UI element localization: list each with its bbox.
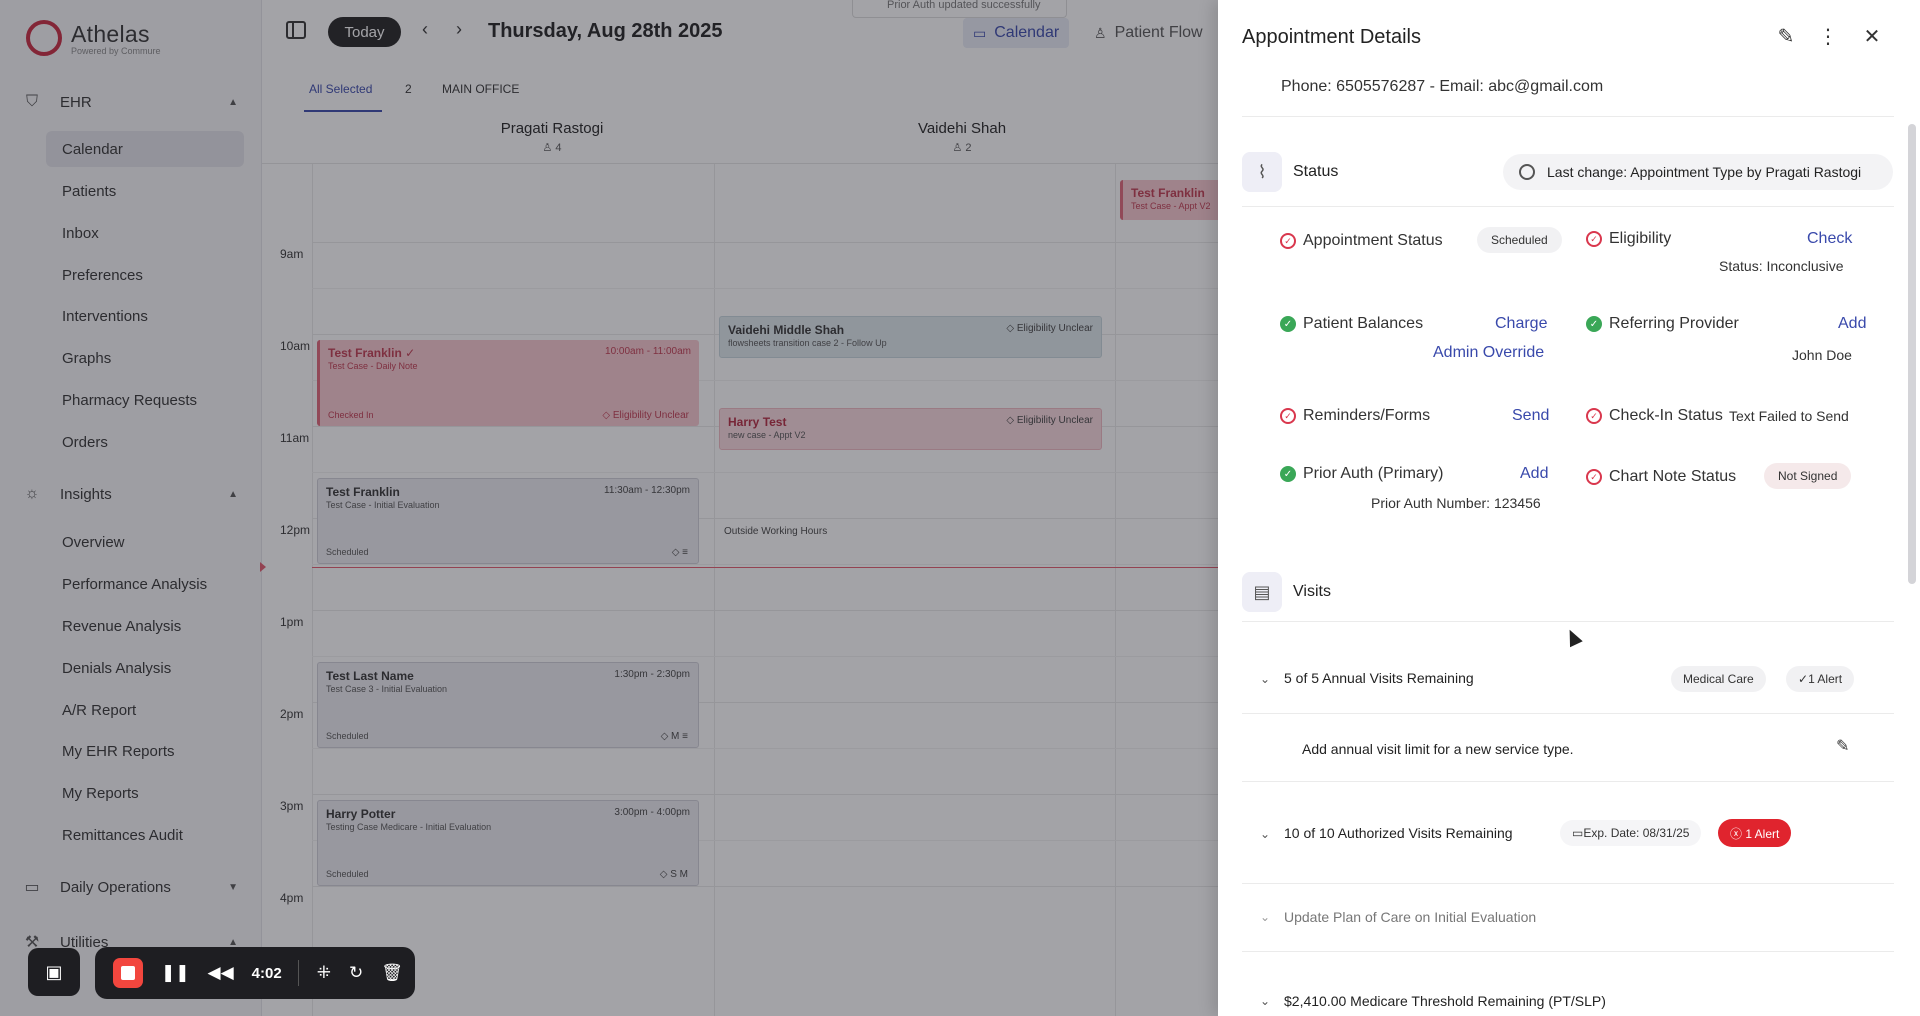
check-eligibility-link[interactable]: Check bbox=[1807, 230, 1852, 248]
trash-icon[interactable]: 🗑 bbox=[381, 963, 403, 983]
patient-balances-row: ✓ Patient Balances bbox=[1280, 315, 1423, 333]
notes-icon: ▤ bbox=[1242, 572, 1282, 612]
error-circle-icon: ✓ bbox=[1586, 231, 1602, 247]
restart-icon[interactable]: ↻ bbox=[349, 963, 363, 983]
error-circle-icon: ✓ bbox=[1586, 469, 1602, 485]
camera-button[interactable]: ▣ bbox=[28, 948, 80, 996]
rewind-icon[interactable]: ◀◀ bbox=[208, 963, 234, 983]
referring-provider-name: John Doe bbox=[1792, 347, 1852, 363]
appointment-status-pill[interactable]: Scheduled bbox=[1477, 227, 1562, 253]
screen-recorder-toolbar: ❚❚ ◀◀ 4:02 ⁜ ↻ 🗑 bbox=[95, 947, 415, 999]
last-change-badge: Last change: Appointment Type by Pragati… bbox=[1503, 154, 1893, 190]
pause-icon[interactable]: ❚❚ bbox=[161, 963, 190, 983]
stop-recording-button[interactable] bbox=[113, 958, 143, 988]
visit-row-medicare-threshold[interactable]: ⌄ $2,410.00 Medicare Threshold Remaining… bbox=[1242, 952, 1894, 1016]
trend-icon: ⌇ bbox=[1242, 152, 1282, 192]
prior-auth-row: ✓ Prior Auth (Primary) bbox=[1280, 465, 1443, 483]
add-referring-provider-link[interactable]: Add bbox=[1838, 315, 1866, 333]
checkin-status-value: Text Failed to Send bbox=[1729, 408, 1849, 424]
check-circle-icon: ✓ bbox=[1280, 316, 1296, 332]
close-icon[interactable]: ✕ bbox=[1858, 22, 1886, 50]
referring-provider-row: ✓ Referring Provider bbox=[1586, 315, 1739, 333]
toolbar-divider bbox=[297, 960, 299, 986]
eligibility-row: ✓ Eligibility bbox=[1586, 230, 1671, 248]
service-type-tag: Medical Care bbox=[1671, 666, 1766, 692]
patient-contact-info: Phone: 6505576287 - Email: abc@gmail.com bbox=[1281, 78, 1604, 95]
recording-timer: 4:02 bbox=[251, 964, 282, 982]
appointment-details-panel: Appointment Details ✎ ⋮ ✕ Phone: 6505576… bbox=[1218, 0, 1920, 1016]
chevron-down-icon[interactable]: ⌄ bbox=[1260, 994, 1270, 1008]
reminders-forms-row: ✓ Reminders/Forms bbox=[1280, 407, 1430, 425]
add-prior-auth-link[interactable]: Add bbox=[1520, 465, 1548, 483]
panel-header: Appointment Details ✎ ⋮ ✕ bbox=[1218, 0, 1920, 72]
alert-badge[interactable]: ⓧ 1 Alert bbox=[1718, 819, 1792, 847]
prior-auth-number: Prior Auth Number: 123456 bbox=[1371, 495, 1541, 511]
visit-row-add-limit: Add annual visit limit for a new service… bbox=[1242, 714, 1894, 782]
error-circle-icon: ✓ bbox=[1586, 408, 1602, 424]
visit-row-plan-of-care[interactable]: ⌄ Update Plan of Care on Initial Evaluat… bbox=[1242, 884, 1894, 952]
edit-icon[interactable]: ✎ bbox=[1772, 22, 1800, 50]
eligibility-status-text: Status: Inconclusive bbox=[1719, 258, 1844, 274]
charge-link[interactable]: Charge bbox=[1495, 315, 1547, 333]
modal-backdrop[interactable] bbox=[0, 0, 1218, 1016]
edit-icon[interactable]: ✎ bbox=[1836, 736, 1849, 756]
grid-icon[interactable]: ⁜ bbox=[317, 963, 331, 983]
check-circle-icon: ✓ bbox=[1280, 466, 1296, 482]
chevron-down-icon[interactable]: ⌄ bbox=[1260, 827, 1270, 841]
visit-row-authorized[interactable]: ⌄ 10 of 10 Authorized Visits Remaining ▭… bbox=[1242, 782, 1894, 884]
chart-note-status-row: ✓ Chart Note Status bbox=[1586, 468, 1736, 486]
scrollbar[interactable] bbox=[1908, 124, 1916, 584]
status-section-title: Status bbox=[1293, 163, 1339, 180]
admin-override-link[interactable]: Admin Override bbox=[1433, 344, 1544, 362]
error-circle-icon: ✓ bbox=[1280, 408, 1296, 424]
appointment-status-row: ✓ Appointment Status bbox=[1280, 232, 1443, 250]
more-options-icon[interactable]: ⋮ bbox=[1814, 22, 1842, 50]
visits-section-title: Visits bbox=[1293, 583, 1331, 600]
chevron-down-icon[interactable]: ⌄ bbox=[1260, 672, 1270, 686]
section-divider bbox=[1242, 621, 1894, 622]
check-circle-icon: ✓ bbox=[1798, 672, 1809, 686]
section-divider bbox=[1242, 206, 1894, 207]
section-divider bbox=[1242, 116, 1894, 117]
chevron-down-icon[interactable]: ⌄ bbox=[1260, 910, 1270, 924]
check-circle-icon: ✓ bbox=[1586, 316, 1602, 332]
checkin-status-row: ✓ Check-In Status bbox=[1586, 407, 1723, 425]
video-camera-icon: ▣ bbox=[45, 961, 63, 982]
calendar-icon: ▭ bbox=[1572, 826, 1584, 840]
panel-title: Appointment Details bbox=[1242, 26, 1421, 48]
alert-tag[interactable]: ✓ 1 Alert bbox=[1786, 666, 1855, 692]
error-circle-icon: ✓ bbox=[1280, 233, 1296, 249]
send-reminders-link[interactable]: Send bbox=[1512, 407, 1549, 425]
clock-icon bbox=[1519, 164, 1535, 180]
chart-note-status-pill[interactable]: Not Signed bbox=[1764, 463, 1852, 489]
expiration-date-tag: ▭ Exp. Date: 08/31/25 bbox=[1560, 820, 1702, 846]
visit-row-annual[interactable]: ⌄ 5 of 5 Annual Visits Remaining Medical… bbox=[1242, 646, 1894, 714]
